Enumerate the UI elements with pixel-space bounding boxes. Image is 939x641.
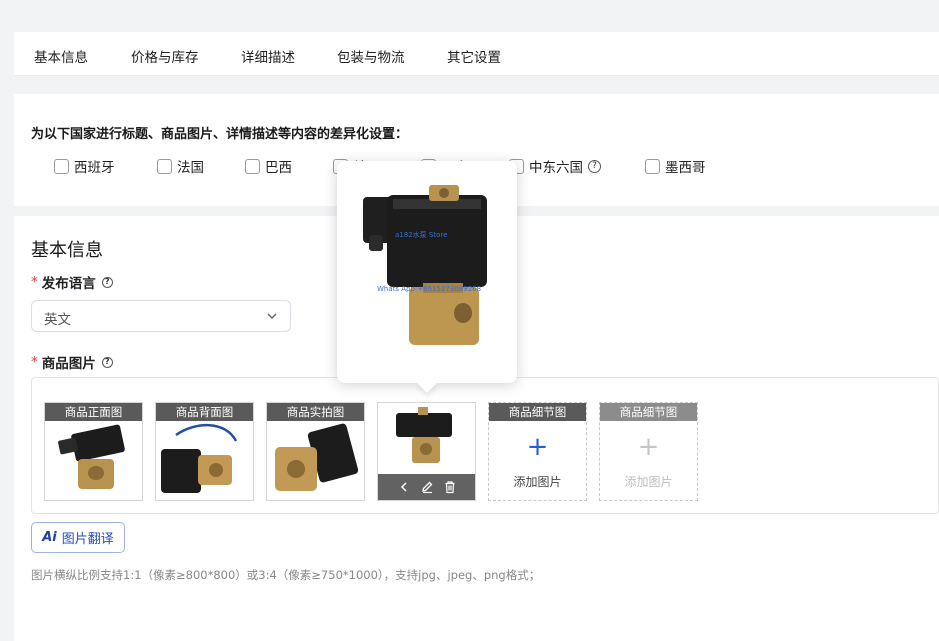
help-icon[interactable]: ? xyxy=(101,356,113,368)
help-icon[interactable]: ? xyxy=(101,276,113,288)
image-upload-area: 商品正面图 商品背面图 商品实拍图 商品细节图 + 添加图片 商品细节图 + 添… xyxy=(31,377,939,514)
country-checkbox-middle-east[interactable]: 中东六国? xyxy=(509,156,601,176)
slot-label: 商品实拍图 xyxy=(267,403,364,421)
tab-bar: 基本信息 价格与库存 详细描述 包装与物流 其它设置 xyxy=(14,32,939,76)
tab-description[interactable]: 详细描述 xyxy=(241,46,295,66)
ai-image-translate-button[interactable]: Ai 图片翻译 xyxy=(31,522,125,553)
country-checkbox-spain[interactable]: 西班牙 xyxy=(54,156,115,176)
country-label: 中东六国 xyxy=(529,160,583,176)
language-label-text: 发布语言 xyxy=(41,276,96,292)
images-label: * 商品图片? xyxy=(31,352,113,372)
country-label: 巴西 xyxy=(265,160,292,176)
image-slot-real[interactable]: 商品实拍图 xyxy=(266,402,365,501)
product-thumbnail xyxy=(45,421,142,500)
image-slot-front[interactable]: 商品正面图 xyxy=(44,402,143,501)
slot-label: 商品正面图 xyxy=(45,403,142,421)
help-icon[interactable]: ? xyxy=(588,159,601,173)
image-slot-detail-add[interactable]: 商品细节图 + 添加图片 xyxy=(488,402,587,501)
country-settings-title: 为以下国家进行标题、商品图片、详情描述等内容的差异化设置： xyxy=(31,127,409,142)
watermark-store: a182水泵 Store xyxy=(395,230,447,239)
trash-icon[interactable] xyxy=(443,480,457,494)
ai-translate-label: 图片翻译 xyxy=(61,532,114,547)
add-image-text: 添加图片 xyxy=(513,475,562,489)
checkbox[interactable] xyxy=(157,158,172,174)
chevron-down-icon xyxy=(267,313,277,319)
product-thumbnail xyxy=(156,421,253,500)
tab-packaging[interactable]: 包装与物流 xyxy=(337,46,405,66)
image-slot-detail-add-disabled: 商品细节图 + 添加图片 xyxy=(599,402,698,501)
tab-price-stock[interactable]: 价格与库存 xyxy=(131,46,199,66)
country-checkbox-brazil[interactable]: 巴西 xyxy=(245,156,292,176)
country-label: 墨西哥 xyxy=(665,160,706,176)
image-requirements-hint: 图片横纵比例支持1:1（像素≥800*800）或3:4（像素≥750*1000）… xyxy=(31,568,541,582)
slot-label: 商品细节图 xyxy=(489,403,586,421)
image-preview-popover: a182水泵 Store Whats App:+8615273089268 xyxy=(337,161,517,383)
product-thumbnail xyxy=(267,421,364,500)
country-checkbox-mexico[interactable]: 墨西哥 xyxy=(645,156,706,176)
required-mark: * xyxy=(31,354,38,370)
plus-icon: + xyxy=(526,432,549,462)
slot-label: 商品背面图 xyxy=(156,403,253,421)
checkbox[interactable] xyxy=(245,158,260,174)
edit-icon[interactable] xyxy=(420,480,434,494)
checkbox[interactable] xyxy=(645,158,660,174)
country-label: 法国 xyxy=(177,160,204,176)
language-label: * 发布语言? xyxy=(31,272,113,292)
product-thumbnail xyxy=(378,403,475,475)
tab-other-settings[interactable]: 其它设置 xyxy=(447,46,501,66)
add-image-text: 添加图片 xyxy=(624,475,673,489)
checkbox[interactable] xyxy=(54,158,69,174)
ai-icon: Ai xyxy=(42,530,57,545)
images-label-text: 商品图片 xyxy=(41,356,96,372)
image-tools-bar xyxy=(378,474,475,500)
language-select[interactable]: 英文 xyxy=(31,300,291,332)
slot-label: 商品细节图 xyxy=(600,403,697,421)
watermark-whatsapp: Whats App:+8615273089268 xyxy=(377,285,481,293)
chevron-left-icon[interactable] xyxy=(397,480,411,494)
required-mark: * xyxy=(31,274,38,290)
language-select-value: 英文 xyxy=(44,312,71,328)
country-checkbox-france[interactable]: 法国 xyxy=(157,156,204,176)
plus-icon: + xyxy=(637,432,660,462)
country-label: 西班牙 xyxy=(74,160,115,176)
section-title: 基本信息 xyxy=(31,240,103,261)
product-preview-image: a182水泵 Store Whats App:+8615273089268 xyxy=(353,179,501,359)
image-slot-hovered[interactable] xyxy=(377,402,476,501)
image-slot-back[interactable]: 商品背面图 xyxy=(155,402,254,501)
tab-basic-info[interactable]: 基本信息 xyxy=(34,46,88,66)
